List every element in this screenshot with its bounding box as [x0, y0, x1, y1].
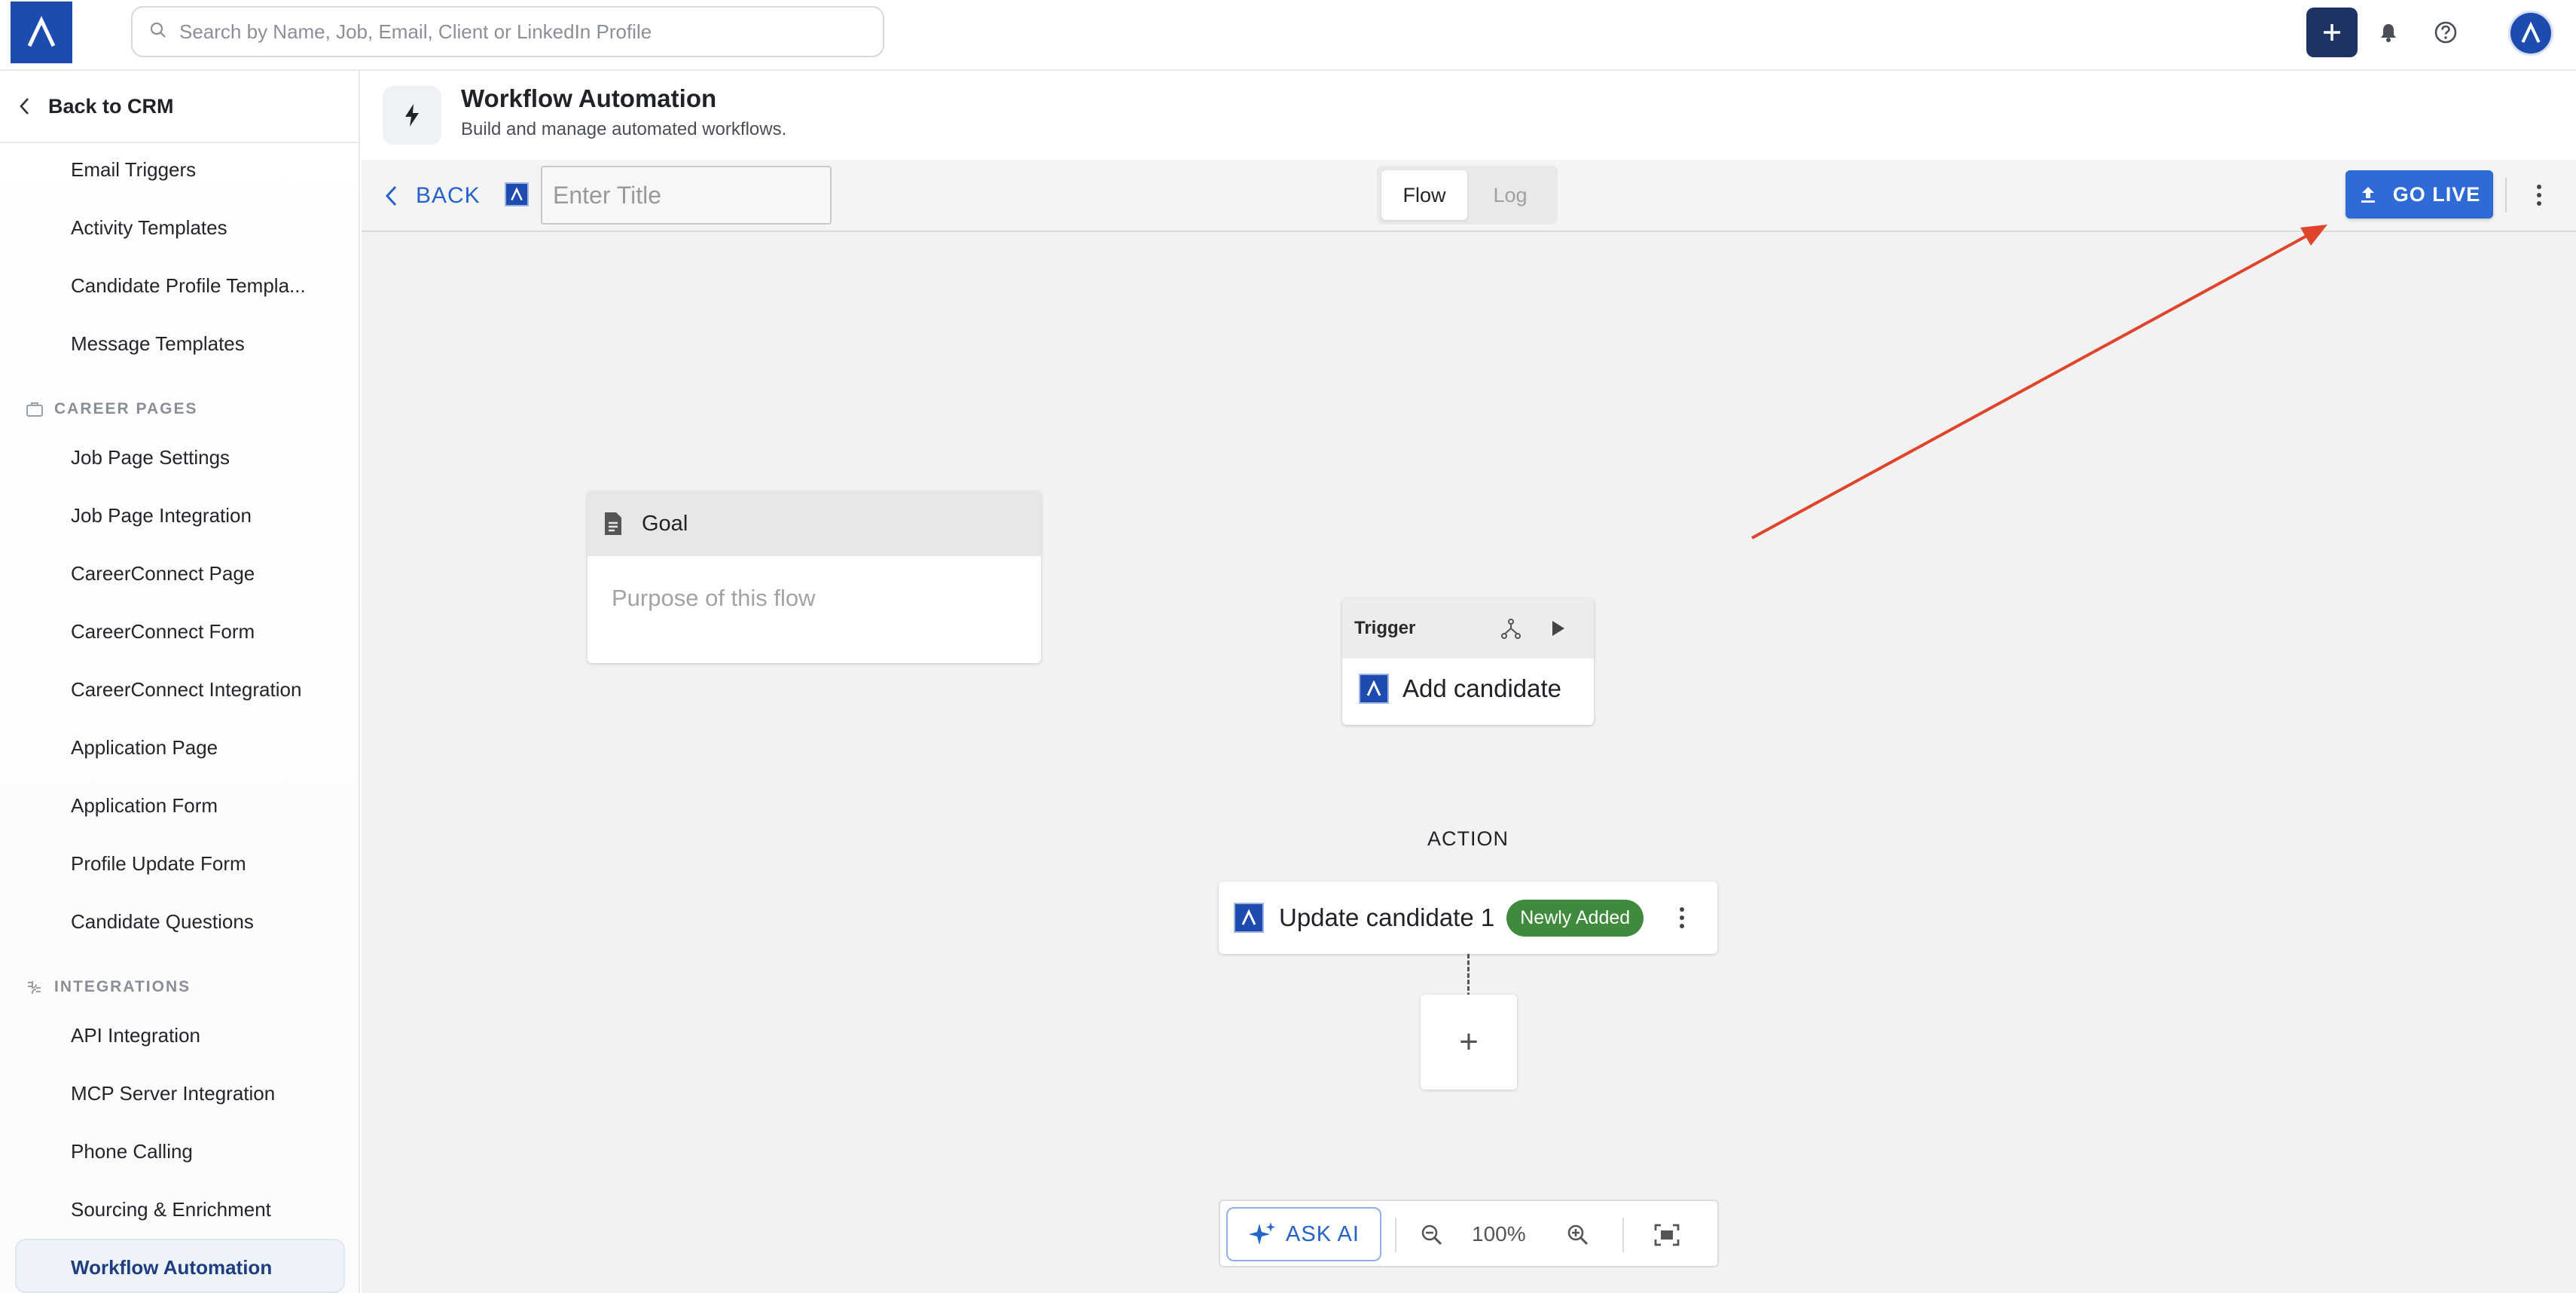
sidebar-item-activity-templates[interactable]: Activity Templates [71, 216, 227, 240]
app-logo-icon [505, 182, 529, 206]
zoom-in-icon [1567, 1224, 1589, 1246]
workflow-toolbar: BACK Flow Log GO LIVE [362, 160, 2576, 232]
more-options-button[interactable] [2528, 176, 2550, 214]
action-more-button[interactable] [1672, 900, 1692, 936]
sidebar-item-application-form[interactable]: Application Form [71, 794, 218, 818]
help-button[interactable] [2427, 14, 2465, 51]
trigger-node[interactable]: Trigger Add candidate [1342, 598, 1594, 725]
settings-sidebar: Back to CRM Email Triggers Activity Temp… [0, 71, 360, 1293]
trigger-header: Trigger [1342, 598, 1594, 659]
back-to-crm-label: Back to CRM [48, 94, 174, 118]
go-live-button[interactable]: GO LIVE [2346, 170, 2493, 219]
avatar-icon [2521, 21, 2541, 43]
user-avatar[interactable] [2508, 11, 2553, 56]
goal-header: Goal [588, 491, 1041, 556]
sidebar-item-job-page-integration[interactable]: Job Page Integration [71, 504, 252, 527]
help-icon [2434, 21, 2457, 44]
logo-icon[interactable] [11, 2, 72, 63]
section-heading-integrations: INTEGRATIONS [26, 978, 191, 996]
sidebar-item-mcp-server-integration[interactable]: MCP Server Integration [71, 1082, 275, 1105]
sidebar-item-profile-update-form[interactable]: Profile Update Form [71, 852, 246, 876]
sidebar-item-phone-calling[interactable]: Phone Calling [71, 1140, 193, 1163]
tab-flow[interactable]: Flow [1381, 170, 1467, 220]
action-label: Update candidate 1 [1279, 903, 1495, 931]
toolbar-divider [2505, 178, 2507, 212]
global-search[interactable] [131, 6, 884, 57]
notifications-button[interactable] [2370, 14, 2407, 51]
branch-icon[interactable] [1497, 615, 1525, 642]
sidebar-item-api-integration[interactable]: API Integration [71, 1024, 200, 1047]
app-logo-icon [1359, 674, 1389, 704]
page-subtitle: Build and manage automated workflows. [461, 119, 787, 139]
sidebar-item-sourcing-enrichment[interactable]: Sourcing & Enrichment [71, 1198, 271, 1221]
create-new-button[interactable] [2306, 8, 2358, 57]
document-icon [605, 512, 621, 535]
ask-ai-button[interactable]: ASK AI [1226, 1207, 1381, 1261]
play-icon[interactable] [1544, 615, 1571, 642]
zoom-divider [1622, 1218, 1624, 1252]
goal-purpose-field[interactable]: Purpose of this flow [588, 556, 1041, 612]
trigger-action: Add candidate [1342, 659, 1594, 704]
zoom-out-button[interactable] [1413, 1216, 1451, 1254]
chevron-left-icon [20, 98, 29, 115]
sidebar-item-job-page-settings[interactable]: Job Page Settings [71, 446, 230, 469]
top-bar [0, 0, 2576, 71]
trigger-action-label: Add candidate [1402, 674, 1562, 702]
workflow-canvas[interactable]: Goal Purpose of this flow Trigger Add ca… [362, 232, 2576, 1293]
tab-log[interactable]: Log [1467, 170, 1553, 220]
view-toggle: Flow Log [1377, 166, 1558, 225]
more-vertical-icon [2537, 185, 2541, 206]
trigger-label: Trigger [1354, 618, 1416, 638]
sidebar-item-application-page[interactable]: Application Page [71, 736, 218, 760]
sidebar-item-candidate-profile-templates[interactable]: Candidate Profile Templa... [71, 274, 306, 298]
zoom-divider [1395, 1218, 1396, 1252]
zoom-in-button[interactable] [1559, 1216, 1597, 1254]
section-heading-career-pages: CAREER PAGES [26, 400, 197, 418]
back-button[interactable]: BACK [384, 175, 481, 217]
status-badge: Newly Added [1506, 899, 1644, 937]
action-section-label: ACTION [1427, 827, 1509, 850]
lightning-icon [383, 86, 441, 145]
page-title: Workflow Automation [461, 84, 717, 112]
fit-screen-icon [1654, 1224, 1680, 1246]
search-icon [149, 21, 167, 43]
briefcase-icon [26, 402, 43, 417]
search-input[interactable] [179, 20, 842, 44]
back-to-crm-link[interactable]: Back to CRM [0, 71, 359, 143]
sidebar-item-careerconnect-form[interactable]: CareerConnect Form [71, 620, 255, 643]
sidebar-item-message-templates[interactable]: Message Templates [71, 332, 245, 356]
zoom-level: 100% [1472, 1222, 1526, 1246]
more-vertical-icon [1680, 907, 1684, 928]
fit-view-button[interactable] [1648, 1216, 1686, 1254]
upload-icon [2361, 187, 2375, 203]
sidebar-item-email-triggers[interactable]: Email Triggers [71, 158, 196, 182]
sparkle-icon [1249, 1222, 1276, 1245]
sidebar-item-candidate-questions[interactable]: Candidate Questions [71, 910, 254, 934]
plug-icon [28, 981, 41, 994]
sidebar-item-careerconnect-page[interactable]: CareerConnect Page [71, 562, 255, 585]
plus-icon [2324, 24, 2340, 41]
sidebar-item-careerconnect-integration[interactable]: CareerConnect Integration [71, 678, 301, 702]
workflow-title-input[interactable] [541, 166, 832, 225]
bell-icon [2381, 24, 2396, 42]
sidebar-item-workflow-automation[interactable]: Workflow Automation [15, 1239, 345, 1293]
goal-card[interactable]: Goal Purpose of this flow [588, 491, 1041, 663]
page-header: Workflow Automation Build and manage aut… [362, 72, 2576, 160]
chevron-left-icon [385, 185, 397, 206]
zoom-toolbar: ASK AI 100% [1219, 1200, 1719, 1267]
zoom-out-icon [1421, 1224, 1442, 1246]
action-node[interactable]: Update candidate 1 Newly Added [1219, 882, 1717, 954]
add-step-button[interactable]: + [1421, 995, 1517, 1090]
app-logo-icon [1234, 903, 1264, 933]
